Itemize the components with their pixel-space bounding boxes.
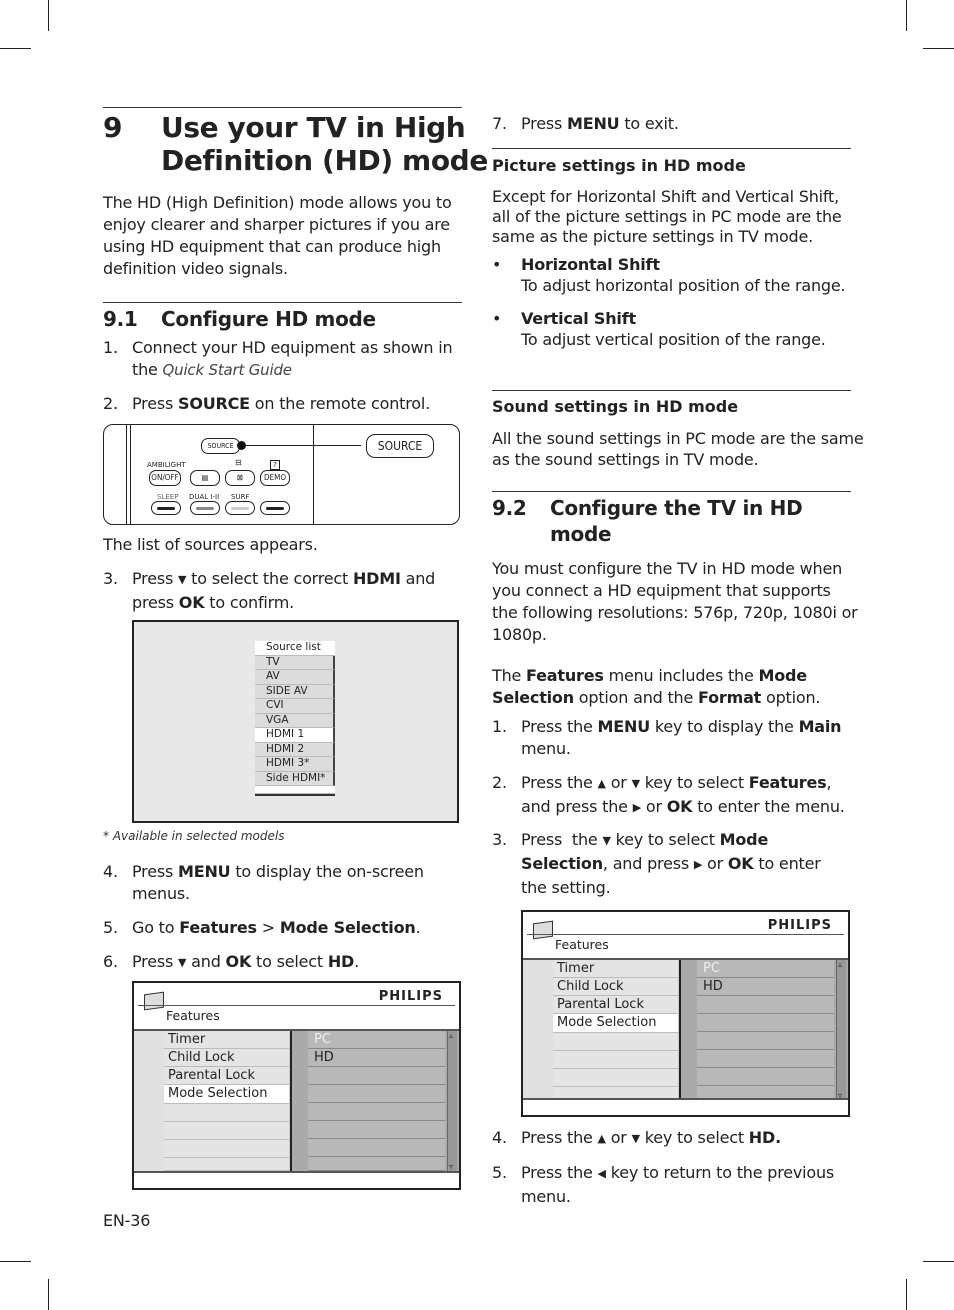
source-button[interactable]: SOURCE <box>201 438 240 454</box>
features-menu-screen-2: PHILIPS Features Timer Child Lock Parent… <box>521 910 850 1117</box>
menu-right-panel: PC HD ▵ ▿ <box>679 960 848 1100</box>
yellow-button[interactable] <box>225 501 255 515</box>
crop-mark <box>48 0 49 31</box>
tv-icon <box>144 991 164 1011</box>
crop-mark <box>0 1261 31 1262</box>
source-item-hdmi-1[interactable]: HDMI 1 <box>255 728 335 743</box>
source-list: Source list TV AV SIDE AV CVI VGA HDMI 1… <box>255 641 335 796</box>
section-title: Configure HD mode <box>161 307 376 331</box>
source-item-hdmi-3[interactable]: HDMI 3* <box>255 757 335 772</box>
menu-item-timer[interactable]: Timer <box>164 1031 290 1049</box>
menu-right-panel: PC HD ▵ ▿ <box>290 1031 459 1171</box>
sources-appear-text: The list of sources appears. <box>103 535 318 554</box>
teletext-button[interactable]: ▤ <box>190 470 220 486</box>
menu-item-timer[interactable]: Timer <box>553 960 679 978</box>
divider <box>492 390 851 391</box>
quick-start-guide-ref: Quick Start Guide <box>162 361 292 379</box>
scroll-down-icon[interactable]: ▿ <box>449 1162 453 1171</box>
sound-settings-title: Sound settings in HD mode <box>492 397 739 416</box>
menu-item-child-lock[interactable]: Child Lock <box>164 1049 290 1067</box>
green-button[interactable] <box>190 501 220 515</box>
menu-item-parental-lock[interactable]: Parental Lock <box>164 1067 290 1085</box>
right-arrow-icon: ▶ <box>693 858 703 871</box>
up-arrow-icon: ▲ <box>597 1132 606 1145</box>
tv-icon <box>533 920 553 940</box>
divider <box>103 302 462 303</box>
format-icon: ⊟ <box>235 458 242 467</box>
crop-mark <box>906 1279 907 1310</box>
menu-item-parental-lock[interactable]: Parental Lock <box>553 996 679 1014</box>
philips-logo: PHILIPS <box>767 918 832 933</box>
picture-settings-title: Picture settings in HD mode <box>492 156 746 175</box>
callout-line <box>244 445 361 446</box>
philips-logo: PHILIPS <box>378 989 443 1004</box>
menu-left-panel: Timer Child Lock Parental Lock Mode Sele… <box>523 960 679 1100</box>
crop-mark <box>923 48 954 49</box>
sound-settings-body: All the sound settings in PC mode are th… <box>492 429 864 469</box>
crop-mark <box>923 1261 954 1262</box>
left-arrow-icon: ◀ <box>597 1167 606 1180</box>
sleep-label: SLEEP <box>157 493 179 501</box>
source-item-side-av[interactable]: SIDE AV <box>255 684 335 699</box>
down-arrow-icon: ▼ <box>178 956 187 969</box>
divider <box>492 491 851 492</box>
down-arrow-icon: ▼ <box>178 573 187 586</box>
dual-label: DUAL I-II <box>189 493 220 501</box>
picture-format-button[interactable]: ⊠ <box>225 470 255 486</box>
footnote: * Available in selected models <box>103 829 285 843</box>
section-number: 9.2 <box>492 496 527 520</box>
scroll-up-icon[interactable]: ▵ <box>838 960 842 969</box>
option-pc[interactable]: PC <box>308 1031 445 1049</box>
source-item-hdmi-2[interactable]: HDMI 2 <box>255 742 335 757</box>
source-item-vga[interactable]: VGA <box>255 713 335 728</box>
right-arrow-icon: ▶ <box>632 801 641 814</box>
menu-item-mode-selection[interactable]: Mode Selection <box>553 1014 679 1033</box>
up-arrow-icon: ▲ <box>597 777 606 790</box>
demo-button[interactable]: DEMO <box>260 470 290 486</box>
chapter-intro: The HD (High Definition) mode allows you… <box>103 193 452 278</box>
blue-button[interactable] <box>260 501 290 515</box>
source-callout-label: SOURCE <box>366 434 434 458</box>
surf-label: SURF <box>231 493 250 501</box>
section-9-2-intro: You must configure the TV in HD mode whe… <box>492 559 858 644</box>
source-item-cvi[interactable]: CVI <box>255 699 335 714</box>
down-arrow-icon: ▼ <box>602 834 611 847</box>
ambilight-label: AMBILIGHT <box>147 461 186 469</box>
scroll-up-icon[interactable]: ▵ <box>449 1031 453 1040</box>
crop-mark <box>0 48 31 49</box>
source-list-header: Source list <box>255 641 335 656</box>
section-title: Configure the TV in HD mode <box>550 496 803 546</box>
scrollbar[interactable]: ▵ ▿ <box>836 960 846 1100</box>
section-number: 9.1 <box>103 307 138 331</box>
source-item-side-hdmi[interactable]: Side HDMI* <box>255 771 335 786</box>
option-pc[interactable]: PC <box>697 960 834 978</box>
source-list-screen: Source list TV AV SIDE AV CVI VGA HDMI 1… <box>132 620 459 823</box>
divider <box>492 148 851 149</box>
features-menu-screen: PHILIPS Features Timer Child Lock Parent… <box>132 981 461 1190</box>
red-button[interactable] <box>151 501 181 515</box>
chapter-title: Use your TV in High Definition (HD) mode <box>161 111 488 177</box>
ambilight-on-off-button[interactable]: ON/OFF <box>149 470 181 486</box>
page-number: EN-36 <box>103 1211 151 1230</box>
scrollbar[interactable]: ▵ ▿ <box>447 1031 457 1171</box>
picture-settings-body: Except for Horizontal Shift and Vertical… <box>492 187 842 246</box>
chapter-number: 9 <box>103 111 123 144</box>
menu-title: Features <box>555 937 609 952</box>
crop-mark <box>906 0 907 31</box>
down-arrow-icon: ▼ <box>631 1132 640 1145</box>
crop-mark <box>48 1279 49 1310</box>
option-hd[interactable]: HD <box>308 1049 445 1067</box>
remote-control-illustration: SOURCE SOURCE AMBILIGHT ⊟ ? ON/OFF ▤ ⊠ D… <box>103 424 460 525</box>
divider <box>103 107 462 108</box>
source-item-av[interactable]: AV <box>255 670 335 685</box>
help-icon: ? <box>270 460 280 470</box>
menu-left-panel: Timer Child Lock Parental Lock Mode Sele… <box>134 1031 290 1171</box>
option-hd[interactable]: HD <box>697 978 834 996</box>
features-menu-description: The Features menu includes the Mode Sele… <box>492 666 821 707</box>
menu-item-child-lock[interactable]: Child Lock <box>553 978 679 996</box>
down-arrow-icon: ▼ <box>631 777 640 790</box>
menu-title: Features <box>166 1008 220 1023</box>
source-item-tv[interactable]: TV <box>255 655 335 670</box>
menu-item-mode-selection[interactable]: Mode Selection <box>164 1085 290 1104</box>
